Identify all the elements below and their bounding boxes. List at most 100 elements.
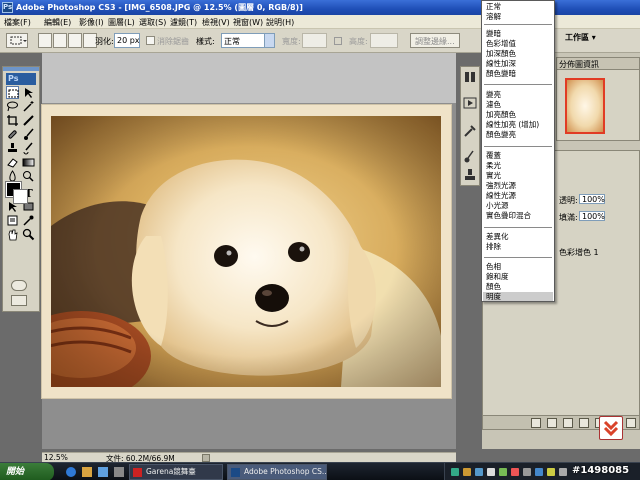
blend-item[interactable]: 溶解 xyxy=(486,12,501,21)
blend-item[interactable]: 柔光 xyxy=(486,161,501,170)
layer-style-icon[interactable] xyxy=(547,418,557,428)
blend-item[interactable]: 實色疊印混合 xyxy=(486,211,531,220)
show-desktop-icon[interactable] xyxy=(98,467,108,477)
tool-presets-icon[interactable] xyxy=(463,124,477,138)
brushes-panel-icon[interactable] xyxy=(463,150,477,164)
blend-item[interactable]: 顏色變暗 xyxy=(486,69,516,78)
menu-select[interactable]: 選取(S) xyxy=(139,17,166,28)
blend-item[interactable]: 小光源 xyxy=(486,201,509,210)
toolbox-grip[interactable] xyxy=(3,67,39,71)
tray-icon[interactable] xyxy=(535,468,543,476)
blend-item[interactable]: 覆蓋 xyxy=(486,151,501,160)
add-selection-icon[interactable] xyxy=(53,33,67,48)
chevron-down-icon[interactable] xyxy=(264,34,274,47)
tray-icon[interactable] xyxy=(463,468,471,476)
zoom-level[interactable]: 12.5% xyxy=(44,453,68,462)
task-garena[interactable]: Garena競舞臺 xyxy=(129,464,223,480)
eyedropper-icon[interactable] xyxy=(22,214,35,227)
actions-panel-icon[interactable] xyxy=(463,96,477,110)
blend-item[interactable]: 差異化 xyxy=(486,232,509,241)
quick-launch-icon[interactable] xyxy=(114,467,124,477)
trash-icon[interactable] xyxy=(626,418,636,428)
navigator-thumbnail[interactable] xyxy=(565,78,605,134)
blend-item[interactable]: 色相 xyxy=(486,262,501,271)
tray-icon[interactable] xyxy=(475,468,483,476)
height-input[interactable] xyxy=(370,33,398,48)
blend-item[interactable]: 加亮顏色 xyxy=(486,110,516,119)
swap-dimensions-icon[interactable] xyxy=(334,37,342,45)
scroll-down-button[interactable] xyxy=(599,416,623,440)
blend-mode-dropdown[interactable]: 正常 溶解 變暗 色彩增值 加深顏色 線性加深 顏色變暗 變亮 濾色 加亮顏色 … xyxy=(481,0,555,302)
crop-tool-icon[interactable] xyxy=(6,114,19,127)
screen-mode-icon[interactable] xyxy=(11,295,27,306)
tray-icon[interactable] xyxy=(511,468,519,476)
menu-view[interactable]: 檢視(V) xyxy=(202,17,230,28)
healing-brush-icon[interactable] xyxy=(6,128,19,141)
blend-item[interactable]: 加深顏色 xyxy=(486,49,516,58)
blend-item[interactable]: 強烈光源 xyxy=(486,181,516,190)
background-color-swatch[interactable] xyxy=(13,189,28,204)
blend-item[interactable]: 濾色 xyxy=(486,100,501,109)
blend-item[interactable]: 排除 xyxy=(486,242,501,251)
tray-icon[interactable] xyxy=(451,468,459,476)
status-menu-arrow[interactable] xyxy=(202,454,210,462)
lasso-tool-icon[interactable] xyxy=(6,100,19,113)
subtract-selection-icon[interactable] xyxy=(68,33,82,48)
blend-item[interactable]: 變暗 xyxy=(486,29,501,38)
menu-filter[interactable]: 濾鏡(T) xyxy=(170,17,197,28)
blend-item[interactable]: 線性光源 xyxy=(486,191,516,200)
menu-image[interactable]: 影像(I) xyxy=(79,17,104,28)
browser-icon[interactable] xyxy=(66,467,76,477)
menu-help[interactable]: 說明(H) xyxy=(266,17,294,28)
tab-info[interactable]: 資訊 xyxy=(583,59,599,70)
gradient-tool-icon[interactable] xyxy=(22,156,35,169)
blend-item[interactable]: 正常 xyxy=(486,2,501,11)
move-tool-icon[interactable] xyxy=(22,86,35,99)
tray-icon[interactable] xyxy=(523,468,531,476)
blend-item[interactable]: 色彩增值 xyxy=(486,39,516,48)
width-input[interactable] xyxy=(302,33,327,48)
fill-input[interactable]: 100% xyxy=(579,211,605,221)
adjustment-layer-icon[interactable] xyxy=(579,418,589,428)
history-panel-icon[interactable] xyxy=(463,70,477,84)
blend-item[interactable]: 線性加亮 (增加) xyxy=(486,120,539,129)
menu-file[interactable]: 檔案(F) xyxy=(4,17,31,28)
app-icon[interactable]: Ps xyxy=(2,2,13,13)
tray-icon[interactable] xyxy=(499,468,507,476)
hand-tool-icon[interactable] xyxy=(6,228,19,241)
layer-mask-icon[interactable] xyxy=(563,418,573,428)
menu-layer[interactable]: 圖層(L) xyxy=(108,17,135,28)
blend-item[interactable]: 變亮 xyxy=(486,90,501,99)
task-photoshop[interactable]: Adobe Photoshop CS... xyxy=(227,464,327,480)
tray-icon[interactable] xyxy=(487,468,495,476)
antialias-checkbox[interactable] xyxy=(146,36,155,45)
blend-item[interactable]: 線性加深 xyxy=(486,59,516,68)
new-selection-icon[interactable] xyxy=(38,33,52,48)
blend-item[interactable]: 顏色變亮 xyxy=(486,130,516,139)
document-canvas[interactable] xyxy=(41,104,452,399)
dodge-tool-icon[interactable] xyxy=(22,170,35,183)
feather-input[interactable]: 20 px xyxy=(114,33,140,48)
magic-wand-icon[interactable] xyxy=(22,100,35,113)
history-brush-icon[interactable] xyxy=(22,142,35,155)
tray-icon[interactable] xyxy=(547,468,555,476)
marquee-tool-icon[interactable] xyxy=(6,86,19,99)
start-button[interactable]: 開始 xyxy=(0,463,54,480)
blend-item[interactable]: 顏色 xyxy=(486,282,501,291)
eraser-tool-icon[interactable] xyxy=(6,156,19,169)
brush-tool-icon[interactable] xyxy=(22,128,35,141)
blend-item[interactable]: 飽和度 xyxy=(486,272,509,281)
workspace-button[interactable]: 工作區 ▾ xyxy=(565,32,596,43)
blend-item-highlighted[interactable]: 明度 xyxy=(483,292,553,301)
link-layers-icon[interactable] xyxy=(531,418,541,428)
clone-source-icon[interactable] xyxy=(463,168,477,182)
notes-tool-icon[interactable] xyxy=(6,214,19,227)
style-select[interactable]: 正常 xyxy=(221,33,275,48)
marquee-preset-picker[interactable] xyxy=(6,33,28,48)
clone-stamp-icon[interactable] xyxy=(6,142,19,155)
tab-histogram[interactable]: 分佈圖 xyxy=(559,59,583,70)
zoom-tool-icon[interactable] xyxy=(22,228,35,241)
menu-window[interactable]: 視窗(W) xyxy=(233,17,263,28)
quick-mask-icon[interactable] xyxy=(11,280,27,291)
slice-tool-icon[interactable] xyxy=(22,114,35,127)
